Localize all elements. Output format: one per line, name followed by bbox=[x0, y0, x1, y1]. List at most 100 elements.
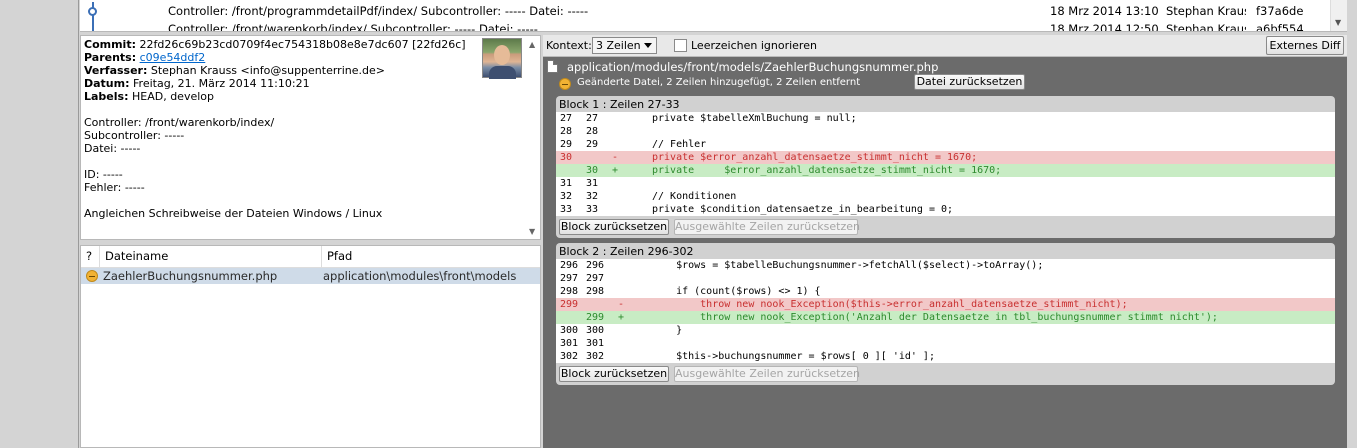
old-line-number: 298 bbox=[560, 286, 579, 297]
diff-line[interactable]: 33 33 private $condition_datensaetze_in_be… bbox=[556, 203, 1335, 216]
new-line-number: 27 bbox=[586, 113, 599, 124]
context-label: Kontext: bbox=[546, 39, 592, 52]
diff-line-removed[interactable]: 30 - private $error_anzahl_datensaetze_sti… bbox=[556, 151, 1335, 164]
scroll-down-icon[interactable]: ▼ bbox=[529, 225, 535, 238]
parent-link[interactable]: c09e54ddf2 bbox=[140, 51, 206, 64]
commit-message-line: Datei: ----- bbox=[84, 142, 141, 155]
scroll-down-icon[interactable]: ▼ bbox=[1335, 18, 1341, 27]
new-line-number: 31 bbox=[586, 178, 599, 189]
labels-line: Labels: HEAD, develop bbox=[84, 90, 537, 103]
modified-file-icon bbox=[559, 78, 571, 90]
scroll-up-icon[interactable]: ▲ bbox=[529, 38, 535, 51]
diff-line[interactable]: 27 27 private $tabelleXmlBuchung = null; bbox=[556, 112, 1335, 125]
commit-log-row[interactable]: Controller: /front/programmdetailPdf/ind… bbox=[80, 2, 1330, 20]
right-gutter bbox=[1347, 0, 1357, 448]
commit-label: Commit: bbox=[84, 38, 136, 51]
old-line-number: 32 bbox=[560, 191, 573, 202]
commit-message-line: ID: ----- bbox=[84, 168, 123, 181]
file-name: ZaehlerBuchungsnummer.php bbox=[103, 269, 278, 283]
commit-author: Stephan Krauss <ir bbox=[1166, 4, 1246, 18]
author-value: Stephan Krauss <info@suppenterrine.de> bbox=[150, 64, 385, 77]
details-scrollbar[interactable]: ▲ ▼ bbox=[526, 36, 540, 239]
graph-node bbox=[88, 7, 97, 16]
diff-line[interactable]: 297 297 bbox=[556, 272, 1335, 285]
line-code: throw new nook_Exception($this->error_an… bbox=[652, 299, 1128, 310]
diff-file-header: application/modules/front/models/Zaehler… bbox=[543, 58, 1347, 94]
diff-line-added[interactable]: 30 + private $error_anzahl_datensaetze_sti… bbox=[556, 164, 1335, 177]
new-line-number: 30 bbox=[586, 165, 599, 176]
reset-block-button[interactable]: Block zurücksetzen bbox=[559, 366, 669, 382]
line-code: private $condition_datensaetze_in_bearbe… bbox=[652, 204, 954, 215]
line-code: $this->buchungsnummer = $rows[ 0 ][ 'id'… bbox=[652, 351, 935, 362]
graph-line bbox=[92, 20, 94, 31]
new-line-number: 302 bbox=[586, 351, 605, 362]
diff-line[interactable]: 296 296 $rows = $tabelleBuchungsnummer->f… bbox=[556, 259, 1335, 272]
line-marker: + bbox=[612, 312, 625, 323]
date-line: Datum: Freitag, 21. März 2014 11:10:21 bbox=[84, 77, 537, 90]
commit-message: Controller: /front/programmdetailPdf/ind… bbox=[168, 4, 589, 18]
reset-selected-lines-button[interactable]: Ausgewählte Zeilen zurücksetzen bbox=[674, 219, 860, 235]
parents-line: Parents: c09e54ddf2 bbox=[84, 51, 537, 64]
diff-line[interactable]: 31 31 bbox=[556, 177, 1335, 190]
old-line-number: 302 bbox=[560, 351, 579, 362]
commit-log-row[interactable]: Controller: /front/warenkorb/index/ Subc… bbox=[80, 20, 1330, 32]
reset-block-button[interactable]: Block zurücksetzen bbox=[559, 219, 669, 235]
old-line-number: 297 bbox=[560, 273, 579, 284]
log-scrollbar[interactable]: ▼ bbox=[1330, 0, 1347, 31]
old-line-number: 300 bbox=[560, 325, 579, 336]
line-code: $rows = $tabelleBuchungsnummer->fetchAll… bbox=[652, 260, 1044, 271]
column-filename[interactable]: Dateiname bbox=[100, 246, 322, 267]
diff-line[interactable]: 29 29 // Fehler bbox=[556, 138, 1335, 151]
file-row[interactable]: ZaehlerBuchungsnummer.php application\mo… bbox=[81, 268, 540, 284]
commit-sha: a6bf554 bbox=[1256, 22, 1304, 32]
file-path: application\modules\front\models bbox=[323, 269, 517, 283]
hunk-title: Block 2 : Zeilen 296-302 bbox=[559, 245, 694, 258]
diff-line-added[interactable]: 299 + throw new nook_Exception('Anzahl d… bbox=[556, 311, 1335, 324]
commit-date: 18 Mrz 2014 13:10 bbox=[1050, 4, 1159, 18]
labels-value: HEAD, develop bbox=[131, 90, 214, 103]
commit-message-line: Controller: /front/warenkorb/index/ bbox=[84, 116, 275, 129]
commit-details: Commit: 22fd26c69b23cd0709f4ec754318b08e… bbox=[80, 35, 541, 240]
column-status[interactable]: ? bbox=[81, 246, 100, 267]
diff-line[interactable]: 28 28 bbox=[556, 125, 1335, 138]
commit-message: Controller: /front/warenkorb/index/ Subc… bbox=[168, 22, 538, 32]
context-select[interactable]: 3 Zeilen bbox=[592, 37, 657, 54]
diff-line[interactable]: 302 302 $this->buchungsnummer = $rows[ 0 … bbox=[556, 350, 1335, 363]
line-code: // Konditionen bbox=[652, 191, 737, 202]
commit-author: Stephan Krauss <ir bbox=[1166, 22, 1246, 32]
column-path[interactable]: Pfad bbox=[322, 246, 540, 267]
old-line-number: 28 bbox=[560, 126, 573, 137]
commit-sha: f37a6de bbox=[1256, 4, 1304, 18]
diff-line[interactable]: 298 298 if (count($rows) <> 1) { bbox=[556, 285, 1335, 298]
line-marker: - bbox=[612, 152, 619, 163]
new-line-number: 29 bbox=[586, 139, 599, 150]
line-code: private $error_anzahl_datensaetze_stimmt… bbox=[652, 152, 978, 163]
old-line-number: 27 bbox=[560, 113, 573, 124]
diff-line-removed[interactable]: 299 - throw new nook_Exception($this->er… bbox=[556, 298, 1335, 311]
parents-label: Parents: bbox=[84, 51, 137, 64]
hunk-lines: 296 296 $rows = $tabelleBuchungsnummer->f… bbox=[556, 259, 1335, 363]
old-line-number: 296 bbox=[560, 260, 579, 271]
new-line-number: 32 bbox=[586, 191, 599, 202]
new-line-number: 299 bbox=[586, 312, 605, 323]
document-icon bbox=[547, 60, 558, 73]
date-value: Freitag, 21. März 2014 11:10:21 bbox=[133, 77, 310, 90]
line-code: private $error_anzahl_datensaetze_stimmt… bbox=[652, 165, 1002, 176]
reset-selected-lines-button[interactable]: Ausgewählte Zeilen zurücksetzen bbox=[674, 366, 860, 382]
line-marker: + bbox=[612, 165, 619, 176]
commit-message-line bbox=[84, 194, 537, 207]
avatar bbox=[482, 38, 522, 79]
commit-message-line: Angleichen Schreibweise der Dateien Wind… bbox=[84, 207, 383, 220]
reset-file-button[interactable]: Datei zurücksetzen bbox=[914, 74, 1025, 90]
commit-message-line bbox=[84, 155, 537, 168]
new-line-number: 300 bbox=[586, 325, 605, 336]
diff-line[interactable]: 300 300 } bbox=[556, 324, 1335, 337]
app-window: Controller: /front/programmdetailPdf/ind… bbox=[0, 0, 1357, 448]
diff-file-status: Geänderte Datei, 2 Zeilen hinzugefügt, 2… bbox=[577, 77, 861, 88]
external-diff-button[interactable]: Externes Diff bbox=[1266, 36, 1344, 55]
new-line-number: 28 bbox=[586, 126, 599, 137]
ignore-whitespace-checkbox[interactable] bbox=[674, 39, 687, 52]
date-label: Datum: bbox=[84, 77, 130, 90]
diff-line[interactable]: 32 32 // Konditionen bbox=[556, 190, 1335, 203]
diff-line[interactable]: 301 301 bbox=[556, 337, 1335, 350]
